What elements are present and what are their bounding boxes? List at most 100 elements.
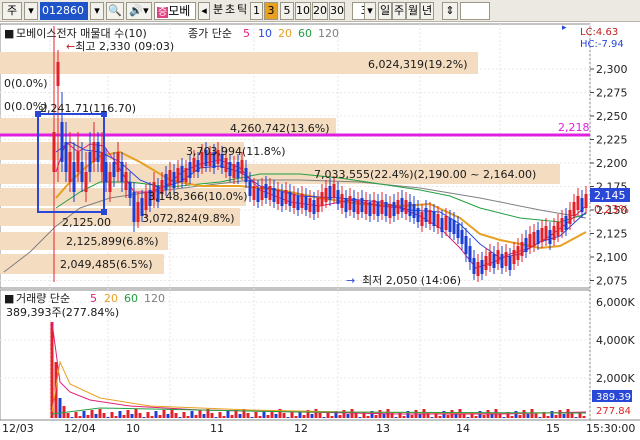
chart-area[interactable]: 0(0.0%) 0(0.0%) 2,241.71(116.70) 2,125.0… — [0, 22, 640, 440]
x-tick-label: 10 — [126, 422, 140, 435]
range-btn-year[interactable]: 년 — [420, 2, 434, 20]
volume-bar — [574, 417, 578, 418]
box-top-label: 2,241.71(116.70) — [40, 102, 136, 115]
candle-body — [408, 202, 412, 216]
zero-label-1: 0(0.0%) — [4, 77, 48, 90]
hline-label: 2,218 — [558, 121, 590, 134]
period-btn-10[interactable]: 10 — [295, 2, 311, 20]
volume-bar — [358, 417, 362, 418]
candle-body — [528, 234, 532, 248]
extra-input[interactable] — [460, 2, 490, 20]
candle-body — [564, 216, 568, 230]
period-btn-sec[interactable]: 초 — [224, 2, 236, 20]
jeung-badge: 증 — [157, 7, 169, 18]
candle-body — [68, 152, 72, 182]
candle-body — [484, 256, 488, 270]
volume-bar — [266, 415, 270, 418]
stock-code-input[interactable]: 012860 — [40, 2, 88, 20]
candle-body — [260, 186, 264, 200]
candle-body — [516, 246, 520, 260]
volume-bar — [454, 414, 458, 418]
period-btn-5[interactable]: 5 — [280, 2, 294, 20]
profile-label-1: 6,024,319(19.2%) — [368, 58, 468, 71]
volume-bar — [474, 416, 478, 418]
vol-last-label: 389,393주(277.84%) — [6, 306, 119, 319]
profile-label-7: 2,125,899(6.8%) — [66, 235, 159, 248]
current-pct-label: 0.23% — [594, 203, 629, 216]
volume-bar — [250, 417, 254, 418]
candle-body — [340, 194, 344, 208]
candle-body — [312, 200, 316, 214]
x-tick-label: 15 — [546, 422, 560, 435]
volume-bar — [226, 411, 230, 418]
volume-bar — [526, 414, 530, 418]
vol-ma-20: 20 — [104, 292, 118, 305]
volume-bar — [70, 417, 74, 418]
x-tick-label: 14 — [456, 422, 470, 435]
period-btn-min[interactable]: 분 — [211, 2, 225, 20]
stock-name-field[interactable]: 증모베 — [154, 2, 196, 20]
volume-bar — [410, 415, 414, 418]
candle-body — [532, 232, 536, 246]
candle-body — [492, 254, 496, 268]
code-dropdown-icon[interactable]: ▾ — [90, 2, 104, 20]
candle-body — [116, 152, 120, 172]
candle-body — [248, 180, 252, 196]
volume-bar — [354, 413, 358, 418]
candle-body — [420, 212, 424, 226]
low-arrow-icon: → — [346, 274, 355, 287]
candle-body — [136, 202, 140, 222]
profile-label-3: 3,703,994(11.8%) — [186, 145, 286, 158]
volume-bar — [262, 411, 266, 418]
candle-body — [308, 198, 312, 212]
ma-legend-60: 60 — [298, 27, 312, 40]
period-btn-1[interactable]: 1 — [250, 2, 263, 20]
candle-body — [196, 160, 200, 172]
candle-body — [368, 202, 372, 216]
range-btn-day[interactable]: 일 — [378, 2, 392, 20]
speaker-icon[interactable]: 🔊▾ — [126, 2, 152, 20]
volume-bar — [566, 409, 570, 418]
volume-bar — [174, 413, 178, 418]
volume-bar — [466, 417, 470, 418]
candle-body — [416, 208, 420, 222]
candle-body — [460, 230, 464, 244]
candle-body — [272, 188, 276, 202]
search-icon[interactable]: 🔍 — [106, 2, 124, 20]
interval-dropdown-icon[interactable]: ▾ — [364, 2, 376, 20]
volume-bar — [98, 409, 102, 418]
volume-bar — [150, 416, 154, 418]
candle-body — [292, 194, 296, 208]
prev-icon[interactable]: ◂ — [198, 2, 210, 20]
candle-body — [300, 194, 304, 208]
candle-body — [80, 162, 84, 182]
period-btn-20[interactable]: 20 — [312, 2, 328, 20]
period-btn-3[interactable]: 3 — [264, 2, 278, 20]
price-y-tick: 2,275 — [596, 87, 628, 100]
low-annotation: 최저 2,050 (14:06) — [362, 274, 461, 287]
ma-legend-20: 20 — [278, 27, 292, 40]
volume-y-tick: 6,000K — [596, 296, 635, 309]
dropdown-arrow-icon[interactable]: ▾ — [24, 2, 38, 20]
volume-bar — [318, 413, 322, 418]
type-select[interactable]: 주 — [2, 2, 22, 20]
volume-bar — [238, 414, 242, 418]
range-btn-month[interactable]: 월 — [406, 2, 420, 20]
volume-bar — [74, 412, 78, 418]
candle-body — [64, 142, 68, 172]
updown-icon[interactable]: ⇕ — [442, 2, 458, 20]
period-btn-30[interactable]: 30 — [329, 2, 345, 20]
range-btn-week[interactable]: 주 — [392, 2, 406, 20]
candle-body — [548, 230, 552, 244]
candle-body — [404, 200, 408, 214]
candle-body — [456, 224, 460, 238]
volume-bar — [198, 410, 202, 418]
candle-body — [288, 192, 292, 206]
volume-bar — [254, 412, 258, 418]
candle-body — [392, 202, 396, 216]
volume-bar — [366, 416, 370, 418]
candle-body — [72, 162, 76, 192]
range-box-handle-br[interactable] — [101, 209, 107, 215]
candle-body — [92, 142, 96, 162]
period-btn-tick[interactable]: 틱 — [236, 2, 248, 20]
